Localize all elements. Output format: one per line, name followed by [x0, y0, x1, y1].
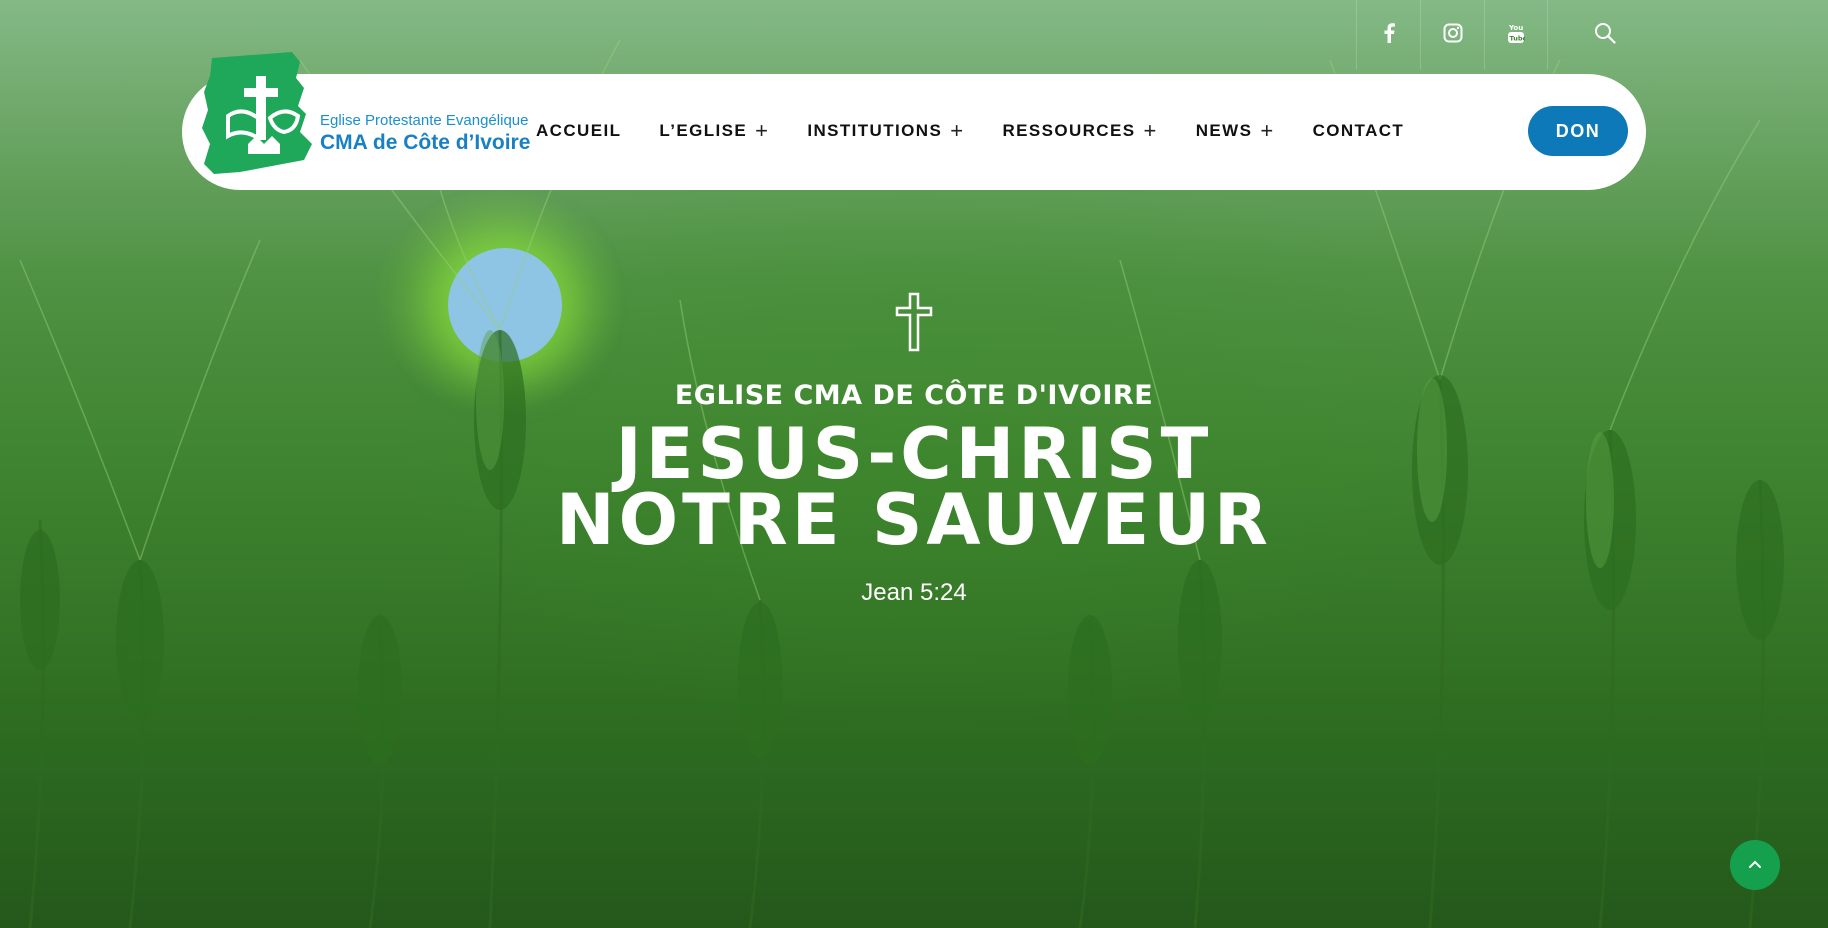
nav-item-eglise[interactable]: L’EGLISE + — [659, 118, 770, 143]
youtube-link[interactable]: You Tube — [1484, 0, 1548, 70]
don-button[interactable]: DON — [1528, 106, 1628, 156]
facebook-icon — [1383, 22, 1395, 48]
plus-icon: + — [1260, 118, 1275, 143]
plus-icon: + — [950, 118, 965, 143]
nav-item-ressources[interactable]: RESSOURCES + — [1002, 118, 1158, 143]
plus-icon: + — [1143, 118, 1158, 143]
nav-item-label: CONTACT — [1312, 121, 1405, 140]
plus-icon: + — [755, 118, 770, 143]
hero-title-line2: NOTRE SAUVEUR — [556, 479, 1272, 561]
nav-item-label: INSTITUTIONS — [807, 121, 943, 140]
logo-badge[interactable] — [200, 48, 330, 178]
nav-item-label: RESSOURCES — [1002, 121, 1136, 140]
logo-emblem-icon — [200, 52, 330, 182]
logo-text[interactable]: Eglise Protestante Evangélique CMA de Cô… — [320, 112, 530, 156]
search-icon — [1594, 22, 1616, 49]
cross-icon — [0, 292, 1828, 352]
search-button[interactable] — [1590, 20, 1620, 50]
nav-item-label: NEWS — [1195, 121, 1253, 140]
instagram-link[interactable] — [1420, 0, 1484, 70]
hero-verse: Jean 5:24 — [861, 579, 967, 606]
instagram-icon — [1443, 23, 1463, 48]
facebook-link[interactable] — [1356, 0, 1420, 70]
hero-subtitle: EGLISE CMA DE CÔTE D'IVOIRE — [674, 380, 1154, 411]
youtube-icon: You Tube — [1507, 22, 1528, 49]
nav-item-label: L’EGLISE — [659, 121, 748, 140]
nav-item-contact[interactable]: CONTACT — [1313, 121, 1405, 141]
nav-menu: ACCUEIL L’EGLISE + INSTITUTIONS + RESSOU… — [536, 110, 1442, 152]
svg-text:Tube: Tube — [1510, 34, 1526, 42]
logo-line2: CMA de Côte d’Ivoire — [320, 131, 531, 154]
social-links: You Tube — [1356, 0, 1548, 70]
nav-item-label: ACCUEIL — [536, 121, 622, 140]
chevron-up-icon — [1748, 856, 1762, 874]
hero-content: EGLISE CMA DE CÔTE D'IVOIRE JESUS-CHRIST… — [0, 292, 1828, 607]
logo-line1: Eglise Protestante Evangélique — [320, 112, 529, 129]
hero-title-line1: JESUS-CHRIST — [615, 413, 1213, 495]
nav-item-news[interactable]: NEWS + — [1195, 118, 1275, 143]
nav-item-institutions[interactable]: INSTITUTIONS + — [807, 118, 965, 143]
scroll-to-top-button[interactable] — [1730, 840, 1780, 890]
nav-item-accueil[interactable]: ACCUEIL — [536, 121, 621, 141]
svg-text:You: You — [1508, 24, 1523, 32]
